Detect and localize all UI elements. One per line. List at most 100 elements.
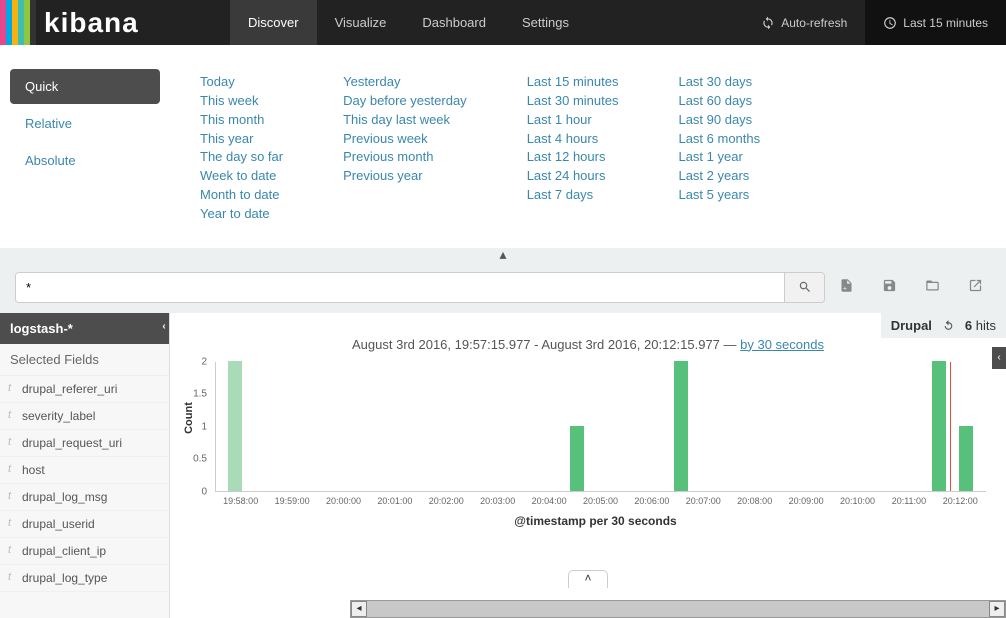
time-modes: QuickRelativeAbsolute bbox=[10, 69, 160, 224]
index-pattern-selector[interactable]: logstash-* ‹ bbox=[0, 313, 169, 344]
y-tick: 2 bbox=[201, 356, 207, 367]
time-quick-option[interactable]: Last 5 years bbox=[678, 186, 760, 205]
selected-fields-heading: Selected Fields bbox=[0, 344, 169, 376]
timerange-button[interactable]: Last 15 minutes bbox=[865, 0, 1006, 45]
expand-sidepanel-button[interactable]: ‹ bbox=[992, 347, 1006, 369]
scroll-left-button[interactable]: ◂ bbox=[351, 601, 367, 617]
time-quick-option[interactable]: This year bbox=[200, 130, 283, 149]
time-quick-option[interactable]: Year to date bbox=[200, 205, 283, 224]
time-quick-option[interactable]: Previous week bbox=[343, 130, 467, 149]
index-pattern-label: logstash-* bbox=[10, 321, 73, 336]
time-quick-option[interactable]: Last 15 minutes bbox=[527, 73, 619, 92]
x-tick: 20:03:00 bbox=[480, 496, 515, 506]
field-item[interactable]: drupal_userid bbox=[0, 511, 169, 538]
search-group bbox=[15, 272, 825, 303]
nav-tabs: DiscoverVisualizeDashboardSettings bbox=[230, 0, 587, 45]
time-quick-option[interactable]: Last 30 days bbox=[678, 73, 760, 92]
field-item[interactable]: host bbox=[0, 457, 169, 484]
time-quick-option[interactable]: Last 6 months bbox=[678, 130, 760, 149]
scrollbar-track[interactable] bbox=[367, 601, 989, 617]
time-picker-panel: QuickRelativeAbsolute TodayThis weekThis… bbox=[0, 45, 1006, 248]
clock-icon bbox=[883, 16, 897, 30]
time-mode-absolute[interactable]: Absolute bbox=[10, 143, 160, 178]
hits-count: 6 bbox=[965, 318, 972, 333]
search-button[interactable] bbox=[784, 273, 824, 302]
x-tick: 20:05:00 bbox=[583, 496, 618, 506]
scroll-right-button[interactable]: ▸ bbox=[989, 601, 1005, 617]
time-quick-option[interactable]: Last 60 days bbox=[678, 92, 760, 111]
x-tick: 19:58:00 bbox=[223, 496, 258, 506]
time-quick-option[interactable]: Previous year bbox=[343, 167, 467, 186]
field-item[interactable]: drupal_log_type bbox=[0, 565, 169, 592]
x-tick: 20:12:00 bbox=[943, 496, 978, 506]
field-item[interactable]: severity_label bbox=[0, 403, 169, 430]
time-mode-quick[interactable]: Quick bbox=[10, 69, 160, 104]
logo-stripes bbox=[0, 0, 36, 45]
histogram-bar[interactable] bbox=[959, 426, 973, 491]
search-bar bbox=[0, 262, 1006, 313]
histogram-chart[interactable]: Count 00.511.52 19:58:0019:59:0020:00:00… bbox=[205, 362, 986, 532]
horizontal-scrollbar[interactable]: ◂ ▸ bbox=[350, 600, 1006, 618]
autorefresh-label: Auto-refresh bbox=[781, 16, 847, 30]
time-quick-option[interactable]: Month to date bbox=[200, 186, 283, 205]
x-tick: 20:08:00 bbox=[737, 496, 772, 506]
toolbar-icons bbox=[839, 278, 991, 296]
new-search-button[interactable] bbox=[839, 278, 854, 296]
time-quick-option[interactable]: Day before yesterday bbox=[343, 92, 467, 111]
time-quick-option[interactable]: Last 90 days bbox=[678, 111, 760, 130]
y-tick: 1 bbox=[201, 421, 207, 432]
nav-tab-settings[interactable]: Settings bbox=[504, 0, 587, 45]
field-item[interactable]: drupal_referer_uri bbox=[0, 376, 169, 403]
field-item[interactable]: drupal_client_ip bbox=[0, 538, 169, 565]
expand-documents-button[interactable]: ˄ bbox=[568, 570, 608, 588]
histogram-bar[interactable] bbox=[932, 361, 946, 491]
selected-fields-list: drupal_referer_uriseverity_labeldrupal_r… bbox=[0, 376, 169, 592]
field-item[interactable]: drupal_request_uri bbox=[0, 430, 169, 457]
time-quick-option[interactable]: Last 1 year bbox=[678, 148, 760, 167]
nav-tab-dashboard[interactable]: Dashboard bbox=[404, 0, 504, 45]
time-quick-option[interactable]: Yesterday bbox=[343, 73, 467, 92]
main-area: logstash-* ‹ Selected Fields drupal_refe… bbox=[0, 313, 1006, 618]
field-item[interactable]: drupal_log_msg bbox=[0, 484, 169, 511]
time-marker-line bbox=[950, 362, 951, 491]
autorefresh-button[interactable]: Auto-refresh bbox=[743, 0, 865, 45]
reload-icon[interactable] bbox=[942, 319, 955, 332]
top-nav: kibana DiscoverVisualizeDashboardSetting… bbox=[0, 0, 1006, 45]
nav-right: Auto-refresh Last 15 minutes bbox=[743, 0, 1006, 45]
fields-sidebar: logstash-* ‹ Selected Fields drupal_refe… bbox=[0, 313, 170, 618]
collapse-time-panel[interactable]: ▴ bbox=[0, 248, 1006, 262]
logo: kibana bbox=[0, 0, 230, 45]
timerange-label: Last 15 minutes bbox=[903, 16, 988, 30]
time-quick-option[interactable]: The day so far bbox=[200, 148, 283, 167]
time-quick-option[interactable]: Today bbox=[200, 73, 283, 92]
time-quick-option[interactable]: Last 1 hour bbox=[527, 111, 619, 130]
time-quick-option[interactable]: This month bbox=[200, 111, 283, 130]
nav-tab-visualize[interactable]: Visualize bbox=[317, 0, 405, 45]
histogram-bar[interactable] bbox=[570, 426, 584, 491]
hits-word: hits bbox=[976, 318, 996, 333]
time-quick-option[interactable]: This week bbox=[200, 92, 283, 111]
time-quick-option[interactable]: Previous month bbox=[343, 148, 467, 167]
time-quick-option[interactable]: Last 2 years bbox=[678, 167, 760, 186]
time-quick-option[interactable]: Week to date bbox=[200, 167, 283, 186]
time-mode-relative[interactable]: Relative bbox=[10, 106, 160, 141]
x-tick: 20:07:00 bbox=[686, 496, 721, 506]
time-range-text: August 3rd 2016, 19:57:15.977 - August 3… bbox=[352, 337, 740, 352]
time-quick-option[interactable]: This day last week bbox=[343, 111, 467, 130]
collapse-sidebar-button[interactable]: ‹ bbox=[158, 313, 170, 341]
x-tick: 20:10:00 bbox=[840, 496, 875, 506]
time-quick-option[interactable]: Last 30 minutes bbox=[527, 92, 619, 111]
time-quick-option[interactable]: Last 4 hours bbox=[527, 130, 619, 149]
histogram-bar[interactable] bbox=[674, 361, 688, 491]
logo-text: kibana bbox=[36, 7, 139, 39]
search-input[interactable] bbox=[16, 273, 784, 302]
nav-tab-discover[interactable]: Discover bbox=[230, 0, 317, 45]
histogram-bar[interactable] bbox=[228, 361, 242, 491]
time-quick-option[interactable]: Last 24 hours bbox=[527, 167, 619, 186]
share-button[interactable] bbox=[968, 278, 983, 296]
time-quick-option[interactable]: Last 7 days bbox=[527, 186, 619, 205]
open-search-button[interactable] bbox=[925, 278, 940, 296]
save-search-button[interactable] bbox=[882, 278, 897, 296]
time-quick-option[interactable]: Last 12 hours bbox=[527, 148, 619, 167]
interval-link[interactable]: by 30 seconds bbox=[740, 337, 824, 352]
